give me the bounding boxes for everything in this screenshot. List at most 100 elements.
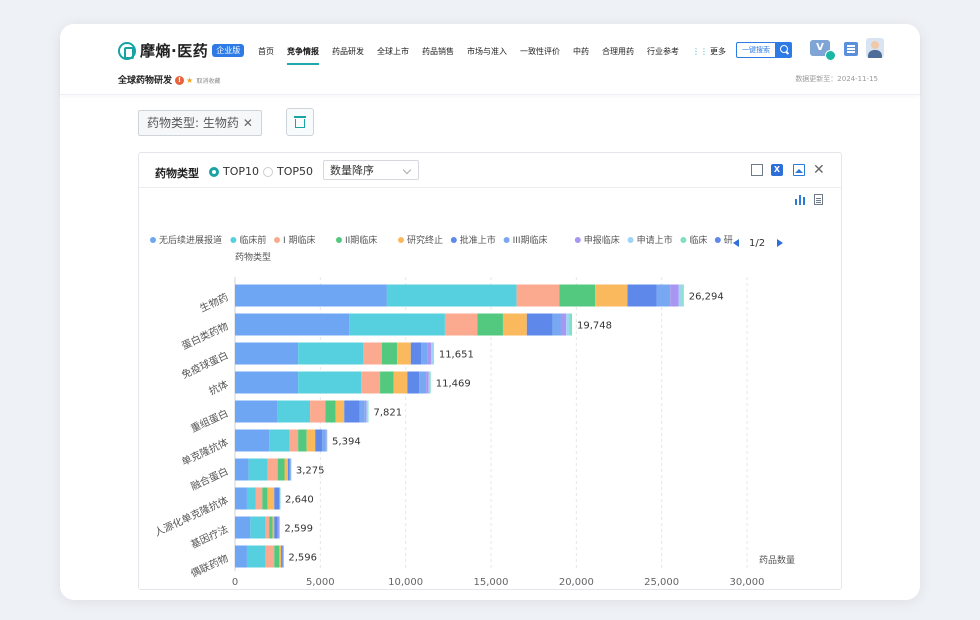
bar-segment bbox=[364, 400, 367, 423]
bar-segment bbox=[560, 313, 567, 336]
nav-item-tcm[interactable]: 中药 bbox=[573, 46, 589, 65]
bar-segment bbox=[265, 516, 270, 539]
chart-panel: 药物类型 TOP10 TOP50 数量降序 X ✕ 0 5,000 10,000 15… bbox=[138, 152, 842, 590]
bar-segment bbox=[526, 313, 553, 336]
y-category-label: 免疫球蛋白 bbox=[179, 348, 230, 381]
bar-segment bbox=[298, 342, 363, 365]
nav-item-more[interactable]: ⋮⋮ 更多 bbox=[692, 46, 726, 65]
nav-item-drug-sales[interactable]: 药品销售 bbox=[422, 46, 454, 65]
bar-segment bbox=[428, 371, 431, 394]
bar-segment bbox=[678, 284, 683, 307]
bar-segment bbox=[335, 400, 345, 423]
bar-segment bbox=[393, 371, 408, 394]
bar-segment bbox=[289, 429, 299, 452]
message-card-icon[interactable] bbox=[844, 42, 858, 56]
y-axis-title: 药物类型 bbox=[235, 251, 271, 263]
bar-segment bbox=[322, 429, 326, 452]
bar-segment bbox=[477, 313, 503, 336]
edition-badge: 企业版 bbox=[212, 44, 245, 57]
bar-total-label: 2,599 bbox=[284, 524, 313, 535]
legend-label: 无后续进展报道 bbox=[159, 234, 222, 246]
bar-total-label: 3,275 bbox=[296, 466, 325, 477]
bar-segment bbox=[289, 458, 291, 481]
bar-segment bbox=[235, 487, 247, 510]
bar-segment bbox=[278, 516, 280, 539]
bar-segment bbox=[349, 313, 445, 336]
legend-label: 临床 bbox=[689, 234, 707, 246]
bar-segment bbox=[267, 487, 275, 510]
x-tick-label: 20,000 bbox=[559, 577, 594, 588]
bar-segment bbox=[290, 458, 292, 481]
brand-logo[interactable]: 摩熵·医药 企业版 bbox=[118, 40, 245, 61]
bar-segment bbox=[559, 284, 596, 307]
legend-marker bbox=[150, 237, 156, 243]
bar-segment bbox=[274, 516, 278, 539]
x-axis-title: 药品数量 bbox=[759, 554, 795, 566]
bar-total-label: 26,294 bbox=[689, 292, 724, 303]
bar-total-label: 2,640 bbox=[285, 495, 314, 506]
bar-segment bbox=[595, 284, 628, 307]
bar-segment bbox=[432, 342, 434, 365]
bar-segment bbox=[235, 284, 387, 307]
x-tick-label: 15,000 bbox=[474, 577, 509, 588]
main-nav: 首页 竞争情报 药品研发 全球上市 药品销售 市场与准入 一致性评价 中药 合理… bbox=[258, 46, 739, 65]
bar-segment bbox=[283, 545, 284, 568]
page-title-text: 全球药物研发 bbox=[118, 76, 173, 86]
y-category-label: 单克隆抗体 bbox=[179, 435, 230, 468]
bar-segment bbox=[569, 313, 573, 336]
nav-item-market-access[interactable]: 市场与准入 bbox=[467, 46, 507, 65]
bar-segment bbox=[265, 545, 275, 568]
nav-item-industry-ref[interactable]: 行业参考 bbox=[647, 46, 679, 65]
nav-more-label: 更多 bbox=[710, 47, 726, 56]
y-category-label: 重组蛋白 bbox=[189, 406, 231, 435]
filter-tag-drug-type[interactable]: 药物类型: 生物药 ✕ bbox=[138, 110, 262, 136]
nav-item-consistency-eval[interactable]: 一致性评价 bbox=[520, 46, 560, 65]
bar-segment bbox=[272, 516, 275, 539]
bar-segment bbox=[235, 313, 350, 336]
bar-segment bbox=[250, 516, 266, 539]
legend-page-indicator: 1/2 bbox=[749, 238, 765, 249]
nav-item-global-launch[interactable]: 全球上市 bbox=[377, 46, 409, 65]
search-button[interactable]: 一键搜索 bbox=[736, 42, 776, 58]
bar-segment bbox=[235, 342, 299, 365]
legend-label: 研究终止 bbox=[407, 234, 443, 246]
legend-label: I 期临床 bbox=[283, 234, 316, 246]
legend-prev-arrow bbox=[733, 239, 739, 247]
bar-segment bbox=[281, 545, 283, 568]
close-icon[interactable]: ✕ bbox=[243, 116, 253, 130]
bar-total-label: 5,394 bbox=[332, 437, 361, 448]
bar-segment bbox=[627, 284, 657, 307]
bar-segment bbox=[430, 371, 431, 394]
top-navbar: 摩熵·医药 企业版 首页 竞争情报 药品研发 全球上市 药品销售 市场与准入 一… bbox=[60, 24, 920, 95]
bar-segment bbox=[269, 429, 290, 452]
more-dots-icon: ⋮⋮ bbox=[692, 47, 708, 56]
info-icon[interactable]: ! bbox=[175, 76, 185, 85]
bar-total-label: 19,748 bbox=[577, 321, 612, 332]
y-category-label: 融合蛋白 bbox=[189, 464, 231, 493]
bar-segment bbox=[235, 458, 249, 481]
bar-segment bbox=[367, 400, 369, 423]
nav-item-rational-use[interactable]: 合理用药 bbox=[602, 46, 634, 65]
data-updated-text: 数据更新至：2024-11-15 bbox=[795, 75, 878, 83]
clear-filters-button[interactable] bbox=[286, 108, 314, 136]
bar-segment bbox=[552, 313, 561, 336]
bar-segment bbox=[315, 429, 323, 452]
x-tick-label: 25,000 bbox=[644, 577, 679, 588]
bar-total-label: 11,469 bbox=[436, 379, 471, 390]
user-avatar[interactable] bbox=[866, 38, 884, 58]
legend-next-arrow bbox=[777, 239, 783, 247]
nav-item-competitive-intel[interactable]: 竞争情报 bbox=[287, 46, 319, 65]
bar-segment bbox=[682, 284, 684, 307]
legend-label: 申报临床 bbox=[584, 234, 620, 246]
bar-segment bbox=[279, 487, 281, 510]
legend-marker bbox=[274, 237, 280, 243]
legend-label: 批准上市 bbox=[460, 234, 496, 246]
unfavorite-link[interactable]: 取消收藏 bbox=[196, 78, 220, 85]
nav-item-home[interactable]: 首页 bbox=[258, 46, 274, 65]
star-icon[interactable]: ★ bbox=[186, 76, 193, 85]
bar-segment bbox=[410, 342, 422, 365]
nav-item-drug-rd[interactable]: 药品研发 bbox=[332, 46, 364, 65]
search-icon[interactable] bbox=[776, 42, 792, 58]
bar-segment bbox=[277, 400, 311, 423]
bar-segment bbox=[361, 371, 381, 394]
